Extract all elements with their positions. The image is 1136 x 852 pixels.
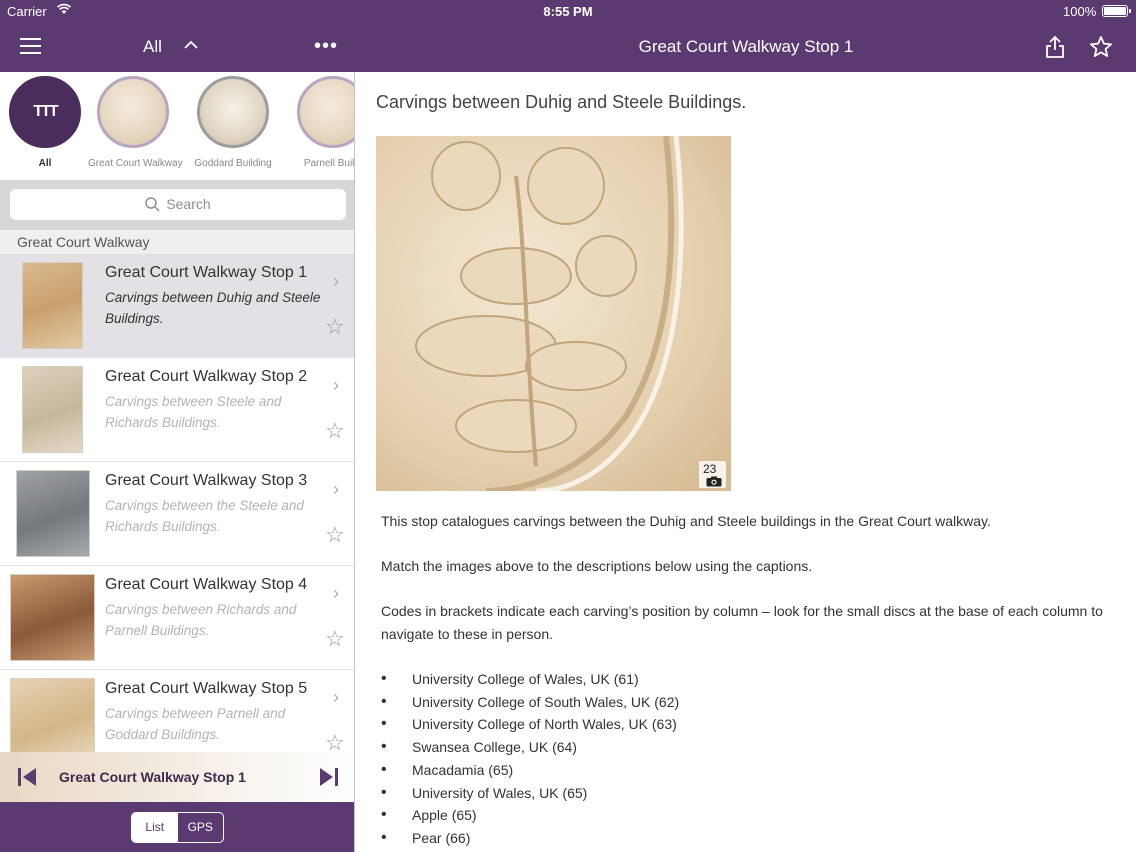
section-header: Great Court Walkway	[0, 230, 354, 254]
now-playing-bar: Great Court Walkway Stop 1	[0, 752, 354, 802]
filter-label[interactable]: All	[143, 37, 162, 57]
battery-icon	[1102, 5, 1131, 17]
star-icon[interactable]: ☆	[325, 314, 345, 340]
carving-item: Apple (65)	[381, 804, 1111, 827]
chevron-right-icon: ›	[333, 375, 339, 395]
chevron-right-icon: ›	[333, 583, 339, 603]
carving-item: University College of North Wales, UK (6…	[381, 713, 1111, 736]
chevron-up-icon[interactable]	[183, 37, 199, 53]
carving-list: University College of Wales, UK (61) Uni…	[381, 668, 1111, 850]
category-image	[97, 76, 169, 148]
category-label: Parnell Buildi	[303, 158, 355, 169]
star-icon[interactable]: ☆	[325, 418, 345, 444]
skip-next-icon[interactable]	[318, 766, 340, 788]
paragraph: Codes in brackets indicate each carving’…	[381, 603, 1103, 642]
detail-heading: Carvings between Duhig and Steele Buildi…	[376, 92, 747, 112]
battery-percent: 100%	[1063, 4, 1097, 19]
skip-previous-icon[interactable]	[16, 766, 38, 788]
stop-subtitle: Carvings between Parnell and Goddard Bui…	[105, 706, 286, 742]
star-icon[interactable]: ☆	[325, 626, 345, 652]
detail-title: Great Court Walkway Stop 1	[638, 37, 854, 56]
list-item[interactable]: Great Court Walkway Stop 3 Carvings betw…	[0, 462, 354, 566]
bottom-bar: List GPS	[0, 802, 354, 852]
paragraph: Match the images above to the descriptio…	[381, 558, 813, 574]
view-toggle: List GPS	[131, 812, 224, 843]
carving-item: University College of Wales, UK (61)	[381, 668, 1111, 691]
gps-view-button[interactable]: GPS	[178, 813, 224, 842]
category-logo: TTT	[9, 76, 81, 148]
stop-thumbnail	[22, 262, 83, 349]
stop-thumbnail	[10, 574, 95, 661]
status-bar: Carrier 8:55 PM 100%	[0, 0, 1136, 22]
chevron-right-icon: ›	[333, 479, 339, 499]
stop-title: Great Court Walkway Stop 3	[105, 472, 308, 489]
carving-item: University of Wales, UK (65)	[381, 782, 1111, 805]
list-item[interactable]: Great Court Walkway Stop 2 Carvings betw…	[0, 358, 354, 462]
stop-subtitle: Carvings between the Steele and Richards…	[105, 498, 304, 534]
stops-panel: TTT All Great Court Walkway Goddard Buil…	[0, 72, 355, 852]
category-label: Great Court Walkway	[88, 158, 183, 169]
category-parnell-building[interactable]: Parnell Buildi	[288, 76, 355, 169]
carving-item: University College of South Wales, UK (6…	[381, 691, 1111, 714]
clock: 8:55 PM	[543, 4, 593, 19]
category-image	[197, 76, 269, 148]
photo-count: 23	[703, 462, 717, 476]
search-bar: Search	[0, 180, 354, 230]
stop-title: Great Court Walkway Stop 4	[105, 576, 308, 593]
carving-item: Swansea College, UK (64)	[381, 736, 1111, 759]
carving-item: Macadamia (65)	[381, 759, 1111, 782]
stop-subtitle: Carvings between Duhig and Steele Buildi…	[105, 290, 321, 326]
list-view-button[interactable]: List	[132, 813, 178, 842]
top-bar: Carrier 8:55 PM 100% All ••• Great Court…	[0, 0, 1136, 72]
search-input[interactable]: Search	[10, 189, 346, 220]
chevron-right-icon: ›	[333, 687, 339, 707]
category-label: All	[38, 158, 52, 169]
paragraph: This stop catalogues carvings between th…	[381, 513, 991, 529]
camera-icon	[703, 476, 722, 487]
photo-count-badge: 23	[699, 461, 726, 488]
stop-detail: Carvings between Duhig and Steele Buildi…	[356, 72, 1136, 852]
stop-thumbnail	[22, 366, 83, 453]
category-image	[297, 76, 354, 148]
stop-subtitle: Carvings between Richards and Parnell Bu…	[105, 602, 297, 638]
stop-subtitle: Carvings between Steele and Richards Bui…	[105, 394, 282, 430]
list-item[interactable]: Great Court Walkway Stop 1 Carvings betw…	[0, 254, 354, 358]
chevron-right-icon: ›	[333, 271, 339, 291]
star-icon[interactable]	[1089, 35, 1113, 59]
category-label: Goddard Building	[194, 158, 272, 169]
now-playing-title[interactable]: Great Court Walkway Stop 1	[59, 769, 246, 785]
category-all[interactable]: TTT All	[0, 76, 90, 169]
stop-title: Great Court Walkway Stop 5	[105, 680, 308, 697]
category-great-court-walkway[interactable]: Great Court Walkway	[88, 76, 183, 169]
stop-title: Great Court Walkway Stop 2	[105, 368, 308, 385]
search-icon	[145, 196, 166, 212]
menu-icon[interactable]	[20, 38, 41, 54]
search-placeholder: Search	[166, 196, 211, 212]
list-item[interactable]: Great Court Walkway Stop 4 Carvings betw…	[0, 566, 354, 670]
stops-list: Great Court Walkway Stop 1 Carvings betw…	[0, 254, 354, 774]
detail-body: This stop catalogues carvings between th…	[381, 510, 1111, 850]
carving-item: Pear (66)	[381, 827, 1111, 850]
category-carousel[interactable]: TTT All Great Court Walkway Goddard Buil…	[0, 72, 355, 180]
stop-title: Great Court Walkway Stop 1	[105, 264, 308, 281]
hero-image[interactable]: 23	[376, 136, 731, 491]
more-options-button[interactable]: •••	[314, 35, 338, 58]
category-goddard-building[interactable]: Goddard Building	[188, 76, 278, 169]
stop-thumbnail	[16, 470, 90, 557]
share-icon[interactable]	[1044, 35, 1066, 59]
star-icon[interactable]: ☆	[325, 522, 345, 548]
